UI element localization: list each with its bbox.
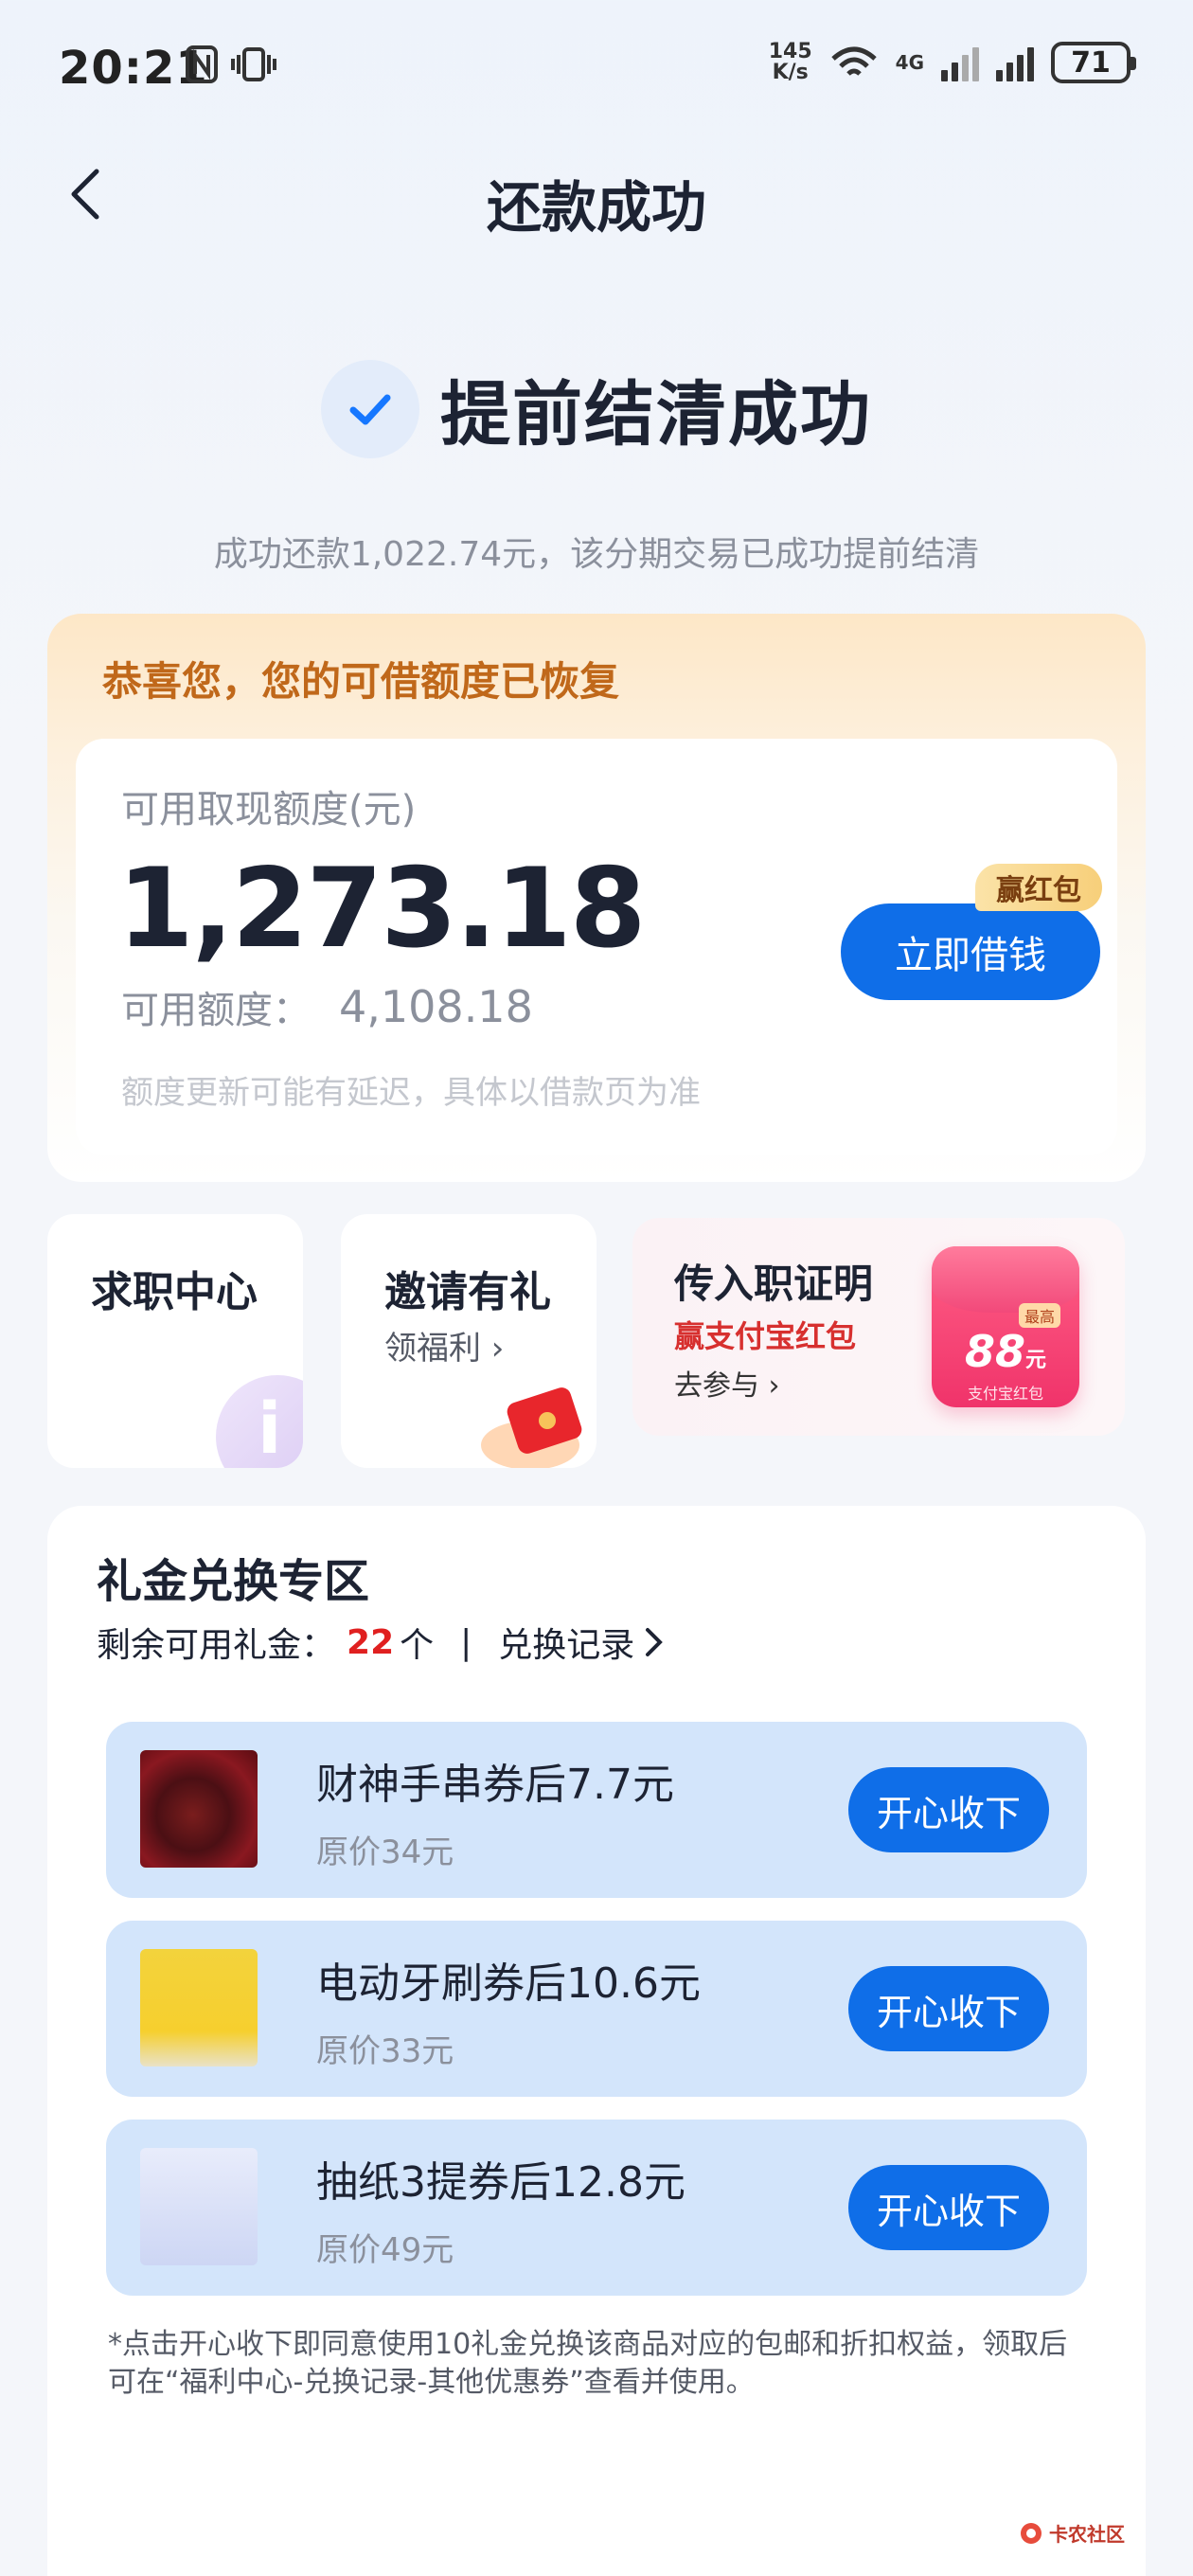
tile-invite-title: 邀请有礼 [384, 1268, 551, 1316]
red-packet-unit: 元 [1025, 1349, 1047, 1372]
watermark-text: 卡农社区 [1049, 2523, 1125, 2546]
red-packet-badge: 赢红包 [975, 864, 1102, 911]
product-name: 财神手串券后7.7元 [316, 1761, 674, 1809]
tile-invite-sub: 领福利 › [384, 1330, 505, 1368]
quota-inner-card: 可用取现额度(元) 1,273.18 可用额度： 4,108.18 额度更新可能… [76, 739, 1117, 1155]
gift-remaining-label: 剩余可用礼金： [97, 1626, 336, 1665]
red-packet-amount: 88 [964, 1326, 1025, 1377]
exchange-record-link[interactable]: 兑换记录 [498, 1618, 665, 1667]
wifi-icon [830, 46, 877, 76]
product-name: 电动牙刷券后10.6元 [316, 1959, 701, 2008]
tile-employment-link[interactable]: 去参与 › [674, 1362, 780, 1404]
page-title: 还款成功 [486, 175, 706, 240]
success-title: 提前结清成功 [440, 374, 872, 456]
red-packet-image: 最高 88元 支付宝红包 [932, 1246, 1079, 1407]
network-speed: 145 K/s [768, 40, 812, 84]
tile-employment-title: 传入职证明 [674, 1261, 874, 1307]
battery-level: 71 [1071, 45, 1111, 80]
watermark-logo-icon [1021, 2522, 1042, 2544]
tile-job-center[interactable]: 求职中心 i [47, 1214, 303, 1468]
product-original-price: 原价33元 [316, 2032, 454, 2070]
product-image-toothbrush [140, 1949, 258, 2066]
available-quota-value: 4,108.18 [339, 981, 533, 1032]
gift-exchange-section: 礼金兑换专区 剩余可用礼金： 22 个 | 兑换记录 财神手串券后7.7元 原价… [47, 1506, 1146, 2576]
tile-employment-proof[interactable]: 传入职证明 赢支付宝红包 去参与 › 最高 88元 支付宝红包 [632, 1218, 1125, 1436]
product-image-tissue [140, 2148, 258, 2265]
product-card[interactable]: 财神手串券后7.7元 原价34元 开心收下 [106, 1722, 1087, 1898]
product-image-bracelet [140, 1750, 258, 1868]
borrow-now-button[interactable]: 立即借钱 [841, 903, 1100, 1000]
available-quota-label: 可用额度： [121, 989, 311, 1032]
cash-quota-label: 可用取现额度(元) [121, 788, 417, 832]
vibrate-icon [231, 45, 276, 92]
tile-invite[interactable]: 邀请有礼 领福利 › [341, 1214, 596, 1468]
gift-remaining-row: 剩余可用礼金： 22 个 | 兑换记录 [97, 1618, 665, 1667]
red-envelope-icon [481, 1387, 582, 1468]
success-description: 成功还款1,022.74元，该分期交易已成功提前结清 [213, 535, 980, 574]
red-packet-max-badge: 最高 [1018, 1303, 1060, 1328]
battery-icon: 71 [1051, 42, 1136, 83]
tile-employment-sub: 赢支付宝红包 [674, 1318, 857, 1354]
red-packet-label: 支付宝红包 [967, 1385, 1043, 1403]
divider: | [460, 1622, 472, 1662]
check-icon [321, 359, 419, 458]
quota-card: 恭喜您，您的可借额度已恢复 可用取现额度(元) 1,273.18 可用额度： 4… [47, 614, 1146, 1182]
network-type-label: 4G [895, 51, 924, 74]
cash-quota-amount: 1,273.18 [117, 845, 646, 973]
exchange-record-label: 兑换记录 [498, 1626, 635, 1665]
gift-section-title: 礼金兑换专区 [97, 1555, 370, 1608]
accept-button[interactable]: 开心收下 [848, 1767, 1049, 1852]
congrats-text: 恭喜您，您的可借额度已恢复 [102, 658, 620, 705]
gift-disclaimer: *点击开心收下即同意使用10礼金兑换该商品对应的包邮和折扣权益，领取后可在“福利… [108, 2328, 1068, 2399]
product-card[interactable]: 电动牙刷券后10.6元 原价33元 开心收下 [106, 1921, 1087, 2097]
accept-button[interactable]: 开心收下 [848, 2165, 1049, 2250]
gift-remaining-unit: 个 [400, 1626, 435, 1665]
signal-icon-sim1 [941, 44, 979, 81]
header: 还款成功 [0, 142, 1193, 246]
product-name: 抽纸3提券后12.8元 [316, 2158, 686, 2207]
nfc-icon [186, 45, 218, 92]
accept-button[interactable]: 开心收下 [848, 1966, 1049, 2051]
status-bar: 20:21 145 K/s 4G 71 [0, 0, 1193, 133]
watermark: 卡农社区 [1019, 2519, 1125, 2547]
success-banner: 提前结清成功 [0, 358, 1193, 459]
quota-note: 额度更新可能有延迟，具体以借款页为准 [121, 1074, 701, 1112]
product-card[interactable]: 抽纸3提券后12.8元 原价49元 开心收下 [106, 2120, 1087, 2296]
tile-job-center-title: 求职中心 [91, 1268, 258, 1316]
product-original-price: 原价49元 [316, 2231, 454, 2269]
info-icon: i [216, 1375, 303, 1468]
gift-remaining-count: 22 [347, 1622, 395, 1662]
signal-icon-sim2 [996, 44, 1034, 81]
chevron-right-icon [646, 1628, 664, 1656]
product-original-price: 原价34元 [316, 1834, 454, 1871]
